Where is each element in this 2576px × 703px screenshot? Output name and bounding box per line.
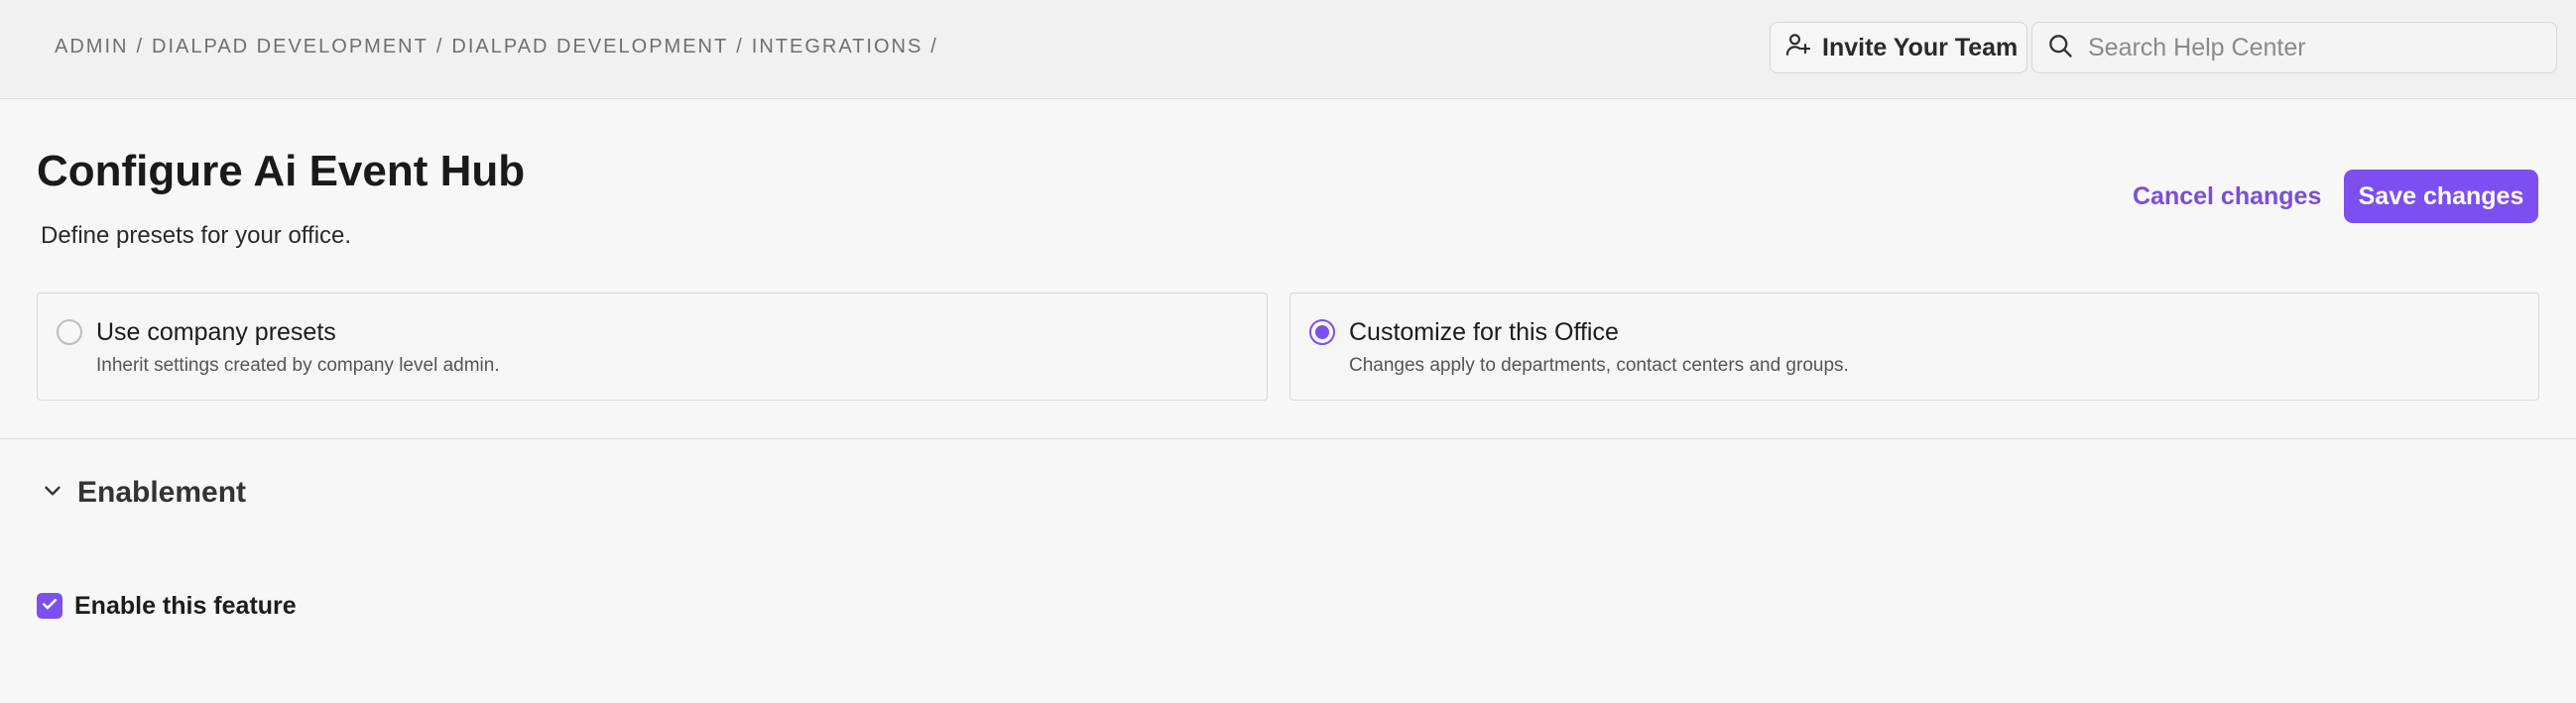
breadcrumb-separator: / <box>736 36 744 58</box>
radio-customize-office[interactable] <box>1309 319 1335 345</box>
check-icon <box>40 594 60 619</box>
breadcrumb-item-integrations[interactable]: INTEGRATIONS <box>752 36 923 59</box>
option-description: Changes apply to departments, contact ce… <box>1349 355 1849 376</box>
section-title: Enablement <box>77 476 247 509</box>
page-subtitle: Define presets for your office. <box>41 222 352 249</box>
user-plus-icon <box>1784 31 1812 65</box>
option-description: Inherit settings created by company leve… <box>96 355 500 376</box>
top-bar: ADMIN / DIALPAD DEVELOPMENT / DIALPAD DE… <box>0 0 2576 99</box>
section-divider <box>0 438 2576 439</box>
breadcrumb-item-office[interactable]: DIALPAD DEVELOPMENT <box>451 36 728 59</box>
breadcrumb-item-admin[interactable]: ADMIN <box>55 36 128 59</box>
page-title: Configure Ai Event Hub <box>37 147 526 195</box>
search-icon <box>2046 32 2074 64</box>
enablement-section-toggle[interactable]: Enablement <box>40 470 246 516</box>
option-title: Use company presets <box>96 318 336 346</box>
breadcrumb-item-company[interactable]: DIALPAD DEVELOPMENT <box>152 36 429 59</box>
breadcrumb-separator: / <box>435 36 444 58</box>
search-input[interactable] <box>2088 33 2544 62</box>
option-title: Customize for this Office <box>1349 318 1619 346</box>
checkbox[interactable] <box>37 593 62 619</box>
breadcrumb-separator: / <box>930 36 938 58</box>
option-company-presets[interactable]: Use company presets Inherit settings cre… <box>37 293 1268 401</box>
save-changes-button[interactable]: Save changes <box>2344 170 2538 223</box>
cancel-changes-button[interactable]: Cancel changes <box>2133 171 2321 222</box>
enable-feature-checkbox[interactable]: Enable this feature <box>37 591 297 621</box>
breadcrumb-separator: / <box>136 36 145 58</box>
invite-team-button[interactable]: Invite Your Team <box>1770 22 2027 73</box>
radio-company-presets[interactable] <box>57 319 82 345</box>
option-customize-office[interactable]: Customize for this Office Changes apply … <box>1289 293 2539 401</box>
breadcrumb: ADMIN / DIALPAD DEVELOPMENT / DIALPAD DE… <box>55 36 946 59</box>
help-search[interactable] <box>2031 22 2557 73</box>
chevron-down-icon <box>40 478 65 509</box>
feature-label: Enable this feature <box>74 591 297 620</box>
invite-team-label: Invite Your Team <box>1822 33 2019 61</box>
